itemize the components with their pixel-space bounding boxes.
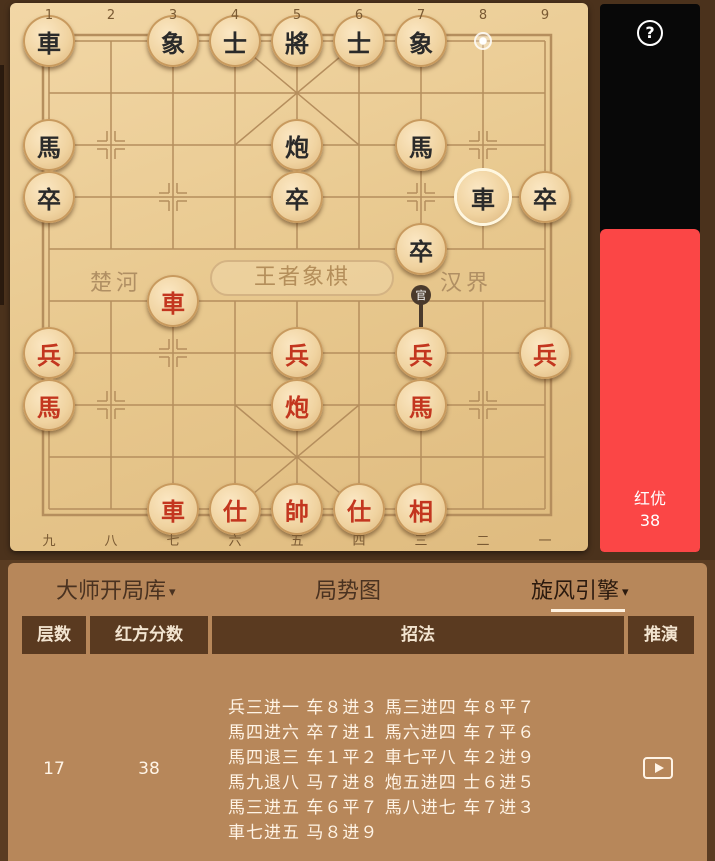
red-piece[interactable]: 仕 — [333, 483, 385, 535]
chevron-down-icon: ▾ — [169, 584, 176, 600]
red-piece[interactable]: 馬 — [23, 379, 75, 431]
file-number-bottom: 二 — [476, 534, 490, 549]
row-depth: 17 — [43, 759, 65, 779]
header-red-score: 红方分数 — [90, 616, 208, 654]
river-right-text: 汉界 — [440, 271, 493, 296]
header-depth: 层数 — [22, 616, 86, 654]
file-number-bottom: 三 — [414, 534, 428, 549]
active-tab-indicator — [551, 609, 625, 612]
black-piece[interactable]: 車 — [457, 171, 509, 223]
red-piece[interactable]: 相 — [395, 483, 447, 535]
file-number-top: 4 — [230, 8, 240, 23]
file-number-top: 8 — [478, 8, 488, 23]
evaluation-label: 红优 38 — [600, 488, 700, 532]
red-piece[interactable]: 兵 — [395, 327, 447, 379]
tab-situation-chart-label: 局势图 — [315, 579, 382, 604]
tab-opening-library[interactable]: 大师开局库 ▾ — [56, 573, 176, 605]
header-simulate: 推演 — [628, 616, 694, 654]
row-moves: 兵三进一 车８进３ 馬三进四 车８平７ 馬四进六 卒７进１ 馬六进四 车７平６ 馬四… — [228, 696, 628, 846]
red-piece[interactable]: 炮 — [271, 379, 323, 431]
analysis-panel: 大师开局库 ▾ 局势图 旋风引擎 ▾ 层数 红方分数 招法 推演 17 38 兵三进… — [8, 563, 707, 861]
row-score: 38 — [138, 759, 160, 779]
tab-opening-library-label: 大师开局库 — [56, 579, 167, 604]
move-marker-label: 官 — [416, 288, 427, 302]
red-piece[interactable]: 馬 — [395, 379, 447, 431]
move-line: 馬九退八 马７进８ 炮五进四 士６进５ — [228, 773, 536, 793]
file-number-top: 9 — [540, 8, 550, 23]
black-piece[interactable]: 卒 — [395, 223, 447, 275]
chevron-down-icon: ▾ — [622, 584, 629, 600]
red-piece[interactable]: 兵 — [271, 327, 323, 379]
chess-board[interactable]: 官 楚河 王者象棋 汉界 車象士將士象馬炮馬卒卒車卒卒車兵兵兵兵馬炮馬車仕帥仕相… — [10, 3, 588, 551]
file-number-top: 5 — [292, 8, 302, 23]
help-icon[interactable]: ? — [637, 20, 663, 46]
move-line: 兵三进一 车８进３ 馬三进四 车８平７ — [228, 698, 536, 718]
move-origin-dot — [474, 32, 492, 50]
black-piece[interactable]: 卒 — [271, 171, 323, 223]
file-number-bottom: 八 — [104, 534, 118, 549]
file-number-top: 3 — [168, 8, 178, 23]
black-piece[interactable]: 炮 — [271, 119, 323, 171]
tab-engine[interactable]: 旋风引擎 ▾ — [531, 573, 629, 605]
black-piece[interactable]: 馬 — [395, 119, 447, 171]
black-piece[interactable]: 卒 — [519, 171, 571, 223]
red-piece[interactable]: 帥 — [271, 483, 323, 535]
evaluation-score: 38 — [639, 511, 661, 530]
river-left-text: 楚河 — [90, 271, 143, 296]
file-number-bottom: 九 — [42, 534, 56, 549]
evaluation-red-fill: 红优 38 — [600, 228, 700, 552]
file-number-top: 6 — [354, 8, 364, 23]
evaluation-status: 红优 — [633, 489, 666, 508]
move-line: 馬四进六 卒７进１ 馬六进四 车７平６ — [228, 723, 536, 743]
move-line: 車七进五 马８进９ — [228, 823, 379, 843]
file-number-bottom: 七 — [166, 534, 180, 549]
red-piece[interactable]: 兵 — [519, 327, 571, 379]
evaluation-bar: 红优 38 — [600, 4, 700, 552]
file-number-top: 2 — [106, 8, 116, 23]
file-number-bottom: 五 — [290, 534, 304, 549]
play-icon[interactable] — [643, 757, 673, 779]
tab-engine-label: 旋风引擎 — [531, 579, 620, 604]
black-piece[interactable]: 卒 — [23, 171, 75, 223]
file-number-top: 7 — [416, 8, 426, 23]
river-center-text: 王者象棋 — [210, 260, 394, 296]
red-piece[interactable]: 仕 — [209, 483, 261, 535]
tab-bar: 大师开局库 ▾ 局势图 旋风引擎 ▾ — [8, 563, 707, 613]
header-moves: 招法 — [212, 616, 624, 654]
black-piece[interactable]: 馬 — [23, 119, 75, 171]
file-number-top: 1 — [44, 8, 54, 23]
side-edge — [0, 65, 4, 305]
file-number-bottom: 四 — [352, 534, 366, 549]
red-piece[interactable]: 車 — [147, 483, 199, 535]
file-number-bottom: 一 — [538, 534, 552, 549]
file-number-bottom: 六 — [228, 534, 242, 549]
move-line: 馬四退三 车１平２ 車七平八 车２进９ — [228, 748, 536, 768]
move-line: 馬三进五 车６平７ 馬八进七 车７进３ — [228, 798, 536, 818]
red-piece[interactable]: 車 — [147, 275, 199, 327]
tab-situation-chart[interactable]: 局势图 — [315, 573, 381, 605]
red-piece[interactable]: 兵 — [23, 327, 75, 379]
